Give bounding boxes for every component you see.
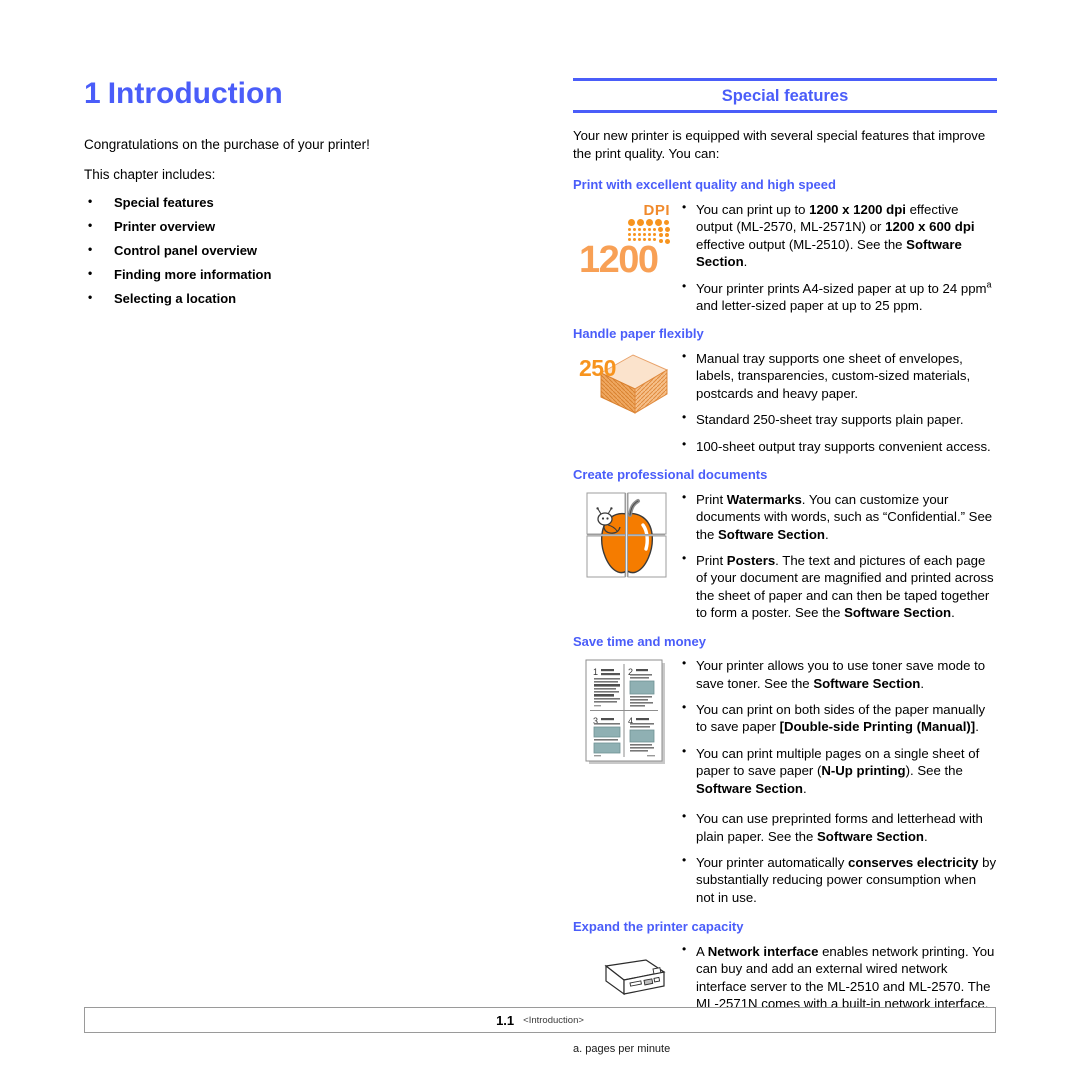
feature-block-quality-speed: DPI 1200 • You can print up to 1200 x 12… bbox=[573, 200, 997, 315]
network-server-icon bbox=[584, 956, 670, 1008]
poster-apple-shape bbox=[586, 492, 667, 578]
list-item: Print Posters. The text and pictures of … bbox=[681, 551, 997, 622]
paper-stack-label: 250 bbox=[579, 354, 616, 381]
toc-item-finding-more-information[interactable]: Finding more information bbox=[84, 267, 524, 281]
section-title: Special features bbox=[721, 87, 849, 105]
section-rule-bottom bbox=[573, 110, 997, 114]
figure-cell bbox=[573, 490, 681, 578]
subsection-heading-quality-speed: Print with excellent quality and high sp… bbox=[573, 177, 836, 193]
intro-chapter-includes: This chapter includes: bbox=[84, 166, 216, 182]
toc-item-selecting-a-location[interactable]: Selecting a location bbox=[84, 291, 524, 305]
svg-text:1: 1 bbox=[593, 667, 598, 677]
chapter-title-text: Introduction bbox=[107, 77, 283, 110]
paper-stack-250-icon: 250 bbox=[579, 351, 675, 417]
bullet-list: You can print up to 1200 x 1200 dpi effe… bbox=[681, 200, 997, 315]
figure-cell: 1 2 3 4 bbox=[573, 656, 681, 768]
toc-item-printer-overview[interactable]: Printer overview bbox=[84, 219, 524, 233]
list-item: Your printer automatically conserves ele… bbox=[681, 853, 997, 906]
list-item: You can print on both sides of the paper… bbox=[681, 700, 997, 736]
feature-block-handle-paper: 250 Manual tray supports one sheet of en… bbox=[573, 349, 997, 455]
subsection-heading-expand-capacity: Expand the printer capacity bbox=[573, 919, 744, 935]
list-item: Your printer allows you to use toner sav… bbox=[681, 656, 997, 692]
n-up-page-icon: 1 2 3 4 bbox=[584, 658, 670, 768]
figure-cell: DPI 1200 bbox=[573, 200, 681, 281]
subsection-heading-professional-documents: Create professional documents bbox=[573, 467, 768, 483]
page-title: 1 Introduction bbox=[84, 78, 524, 110]
feature-block-save-time-money: 1 2 3 4 • Your printer allows you to use… bbox=[573, 656, 997, 797]
dpi-1200-icon: DPI 1200 bbox=[579, 201, 675, 281]
section-header: Special features bbox=[573, 78, 997, 114]
feature-block-professional-documents: Print Watermarks. You can customize your… bbox=[573, 490, 997, 622]
chapter-contents-list: Special features Printer overview Contro… bbox=[84, 195, 524, 305]
n-up-page-shape: 1 2 3 4 bbox=[585, 659, 665, 765]
list-item: 100-sheet output tray supports convenien… bbox=[681, 437, 997, 455]
page-number: 1.1 bbox=[496, 1012, 515, 1028]
figure-cell: 250 bbox=[573, 349, 681, 417]
list-item: Print Watermarks. You can customize your… bbox=[681, 490, 997, 543]
list-item: You can print up to 1200 x 1200 dpi effe… bbox=[681, 200, 997, 271]
list-item: Manual tray supports one sheet of envelo… bbox=[681, 349, 997, 402]
page-footer: 1.1 <Introduction> bbox=[84, 1007, 996, 1033]
toc-item-special-features[interactable]: Special features bbox=[84, 195, 524, 209]
dpi-icon-label: DPI bbox=[643, 201, 670, 219]
section-lead-paragraph: Your new printer is equipped with severa… bbox=[573, 128, 986, 161]
subsection-heading-save-time-money: Save time and money bbox=[573, 633, 706, 649]
right-column: Special features Your new printer is equ… bbox=[573, 78, 997, 1055]
left-column: 1 Introduction Congratulations on the pur… bbox=[84, 78, 524, 316]
list-item: Standard 250-sheet tray supports plain p… bbox=[681, 410, 997, 428]
poster-apple-icon bbox=[586, 492, 668, 578]
footnote-ppm: a. pages per minute bbox=[573, 1042, 671, 1055]
list-item: You can use preprinted forms and letterh… bbox=[681, 809, 997, 845]
network-server-shape bbox=[604, 959, 666, 996]
bullet-list: Print Watermarks. You can customize your… bbox=[681, 490, 997, 622]
toc-item-control-panel-overview[interactable]: Control panel overview bbox=[84, 243, 524, 257]
figure-cell bbox=[573, 942, 681, 1008]
page-footer-label: <Introduction> bbox=[523, 1014, 584, 1026]
subsection-heading-handle-paper: Handle paper flexibly bbox=[573, 326, 704, 342]
intro-congratulations: Congratulations on the purchase of your … bbox=[84, 136, 370, 152]
bullet-list-continued: You can use preprinted forms and letterh… bbox=[681, 809, 997, 906]
list-item: Your printer prints A4-sized paper at up… bbox=[681, 279, 997, 315]
manual-page: 1 Introduction Congratulations on the pur… bbox=[0, 0, 1080, 1080]
chapter-number: 1 bbox=[84, 77, 101, 110]
list-item: You can print multiple pages on a single… bbox=[681, 744, 997, 797]
bullet-list: Your printer allows you to use toner sav… bbox=[681, 656, 997, 797]
dpi-icon-number: 1200 bbox=[579, 238, 659, 281]
bullet-list: Manual tray supports one sheet of envelo… bbox=[681, 349, 997, 455]
